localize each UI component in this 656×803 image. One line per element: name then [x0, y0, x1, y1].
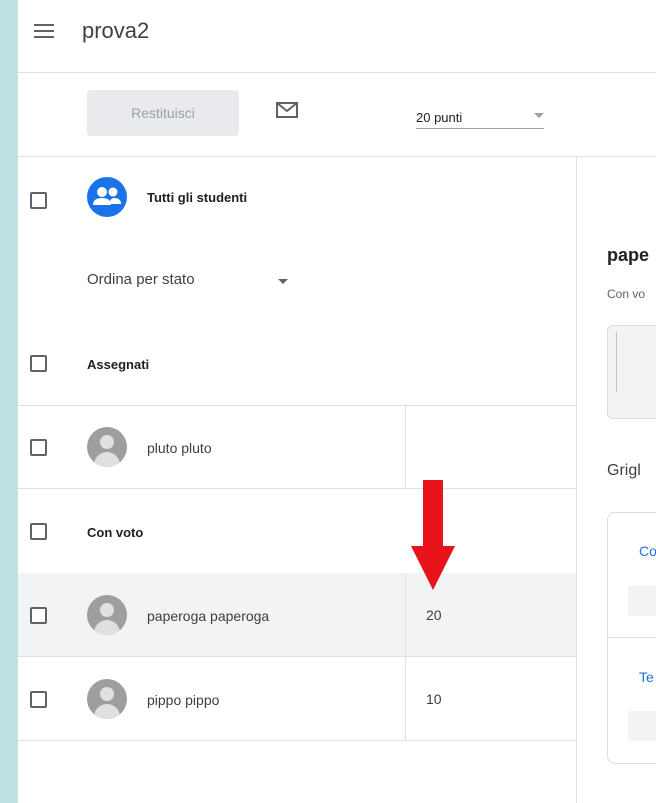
- rubric-criterion[interactable]: Co: [639, 543, 656, 559]
- section-assigned-checkbox[interactable]: [30, 355, 47, 372]
- chevron-down-icon: [534, 113, 544, 118]
- student-list-panel: Tutti gli studenti Ordina per stato Asse…: [18, 157, 577, 803]
- grade-cell[interactable]: 10: [405, 657, 577, 740]
- student-name: pippo pippo: [147, 692, 220, 708]
- submission-status: Con vo: [607, 287, 646, 301]
- arrow-down-icon: [411, 480, 455, 590]
- points-select[interactable]: 20 punti: [416, 98, 544, 129]
- attachment-thumbnail[interactable]: [607, 325, 656, 419]
- section-graded-label: Con voto: [87, 525, 144, 540]
- grading-toolbar: Restituisci 20 punti: [18, 72, 656, 157]
- people-icon: [87, 177, 127, 217]
- person-icon: [87, 427, 127, 467]
- chevron-down-icon: [278, 279, 288, 284]
- section-assigned: Assegnati: [18, 321, 576, 406]
- mail-icon[interactable]: [276, 102, 298, 118]
- submission-detail-panel: pape Con vo Grigl Co Te: [577, 157, 656, 803]
- page-title: prova2: [82, 18, 150, 43]
- points-value: 20 punti: [416, 110, 463, 125]
- all-students-row: Tutti gli studenti: [18, 157, 576, 241]
- student-checkbox[interactable]: [30, 691, 47, 708]
- menu-icon[interactable]: [34, 24, 54, 40]
- section-graded: Con voto: [18, 489, 576, 574]
- sort-dropdown[interactable]: Ordina per stato: [18, 241, 576, 321]
- student-checkbox[interactable]: [30, 607, 47, 624]
- rubric-score-field[interactable]: [628, 711, 656, 741]
- rubric-score-field[interactable]: [628, 586, 656, 616]
- rubric-heading: Grigl: [607, 462, 641, 479]
- student-name: pluto pluto: [147, 440, 212, 456]
- person-icon: [87, 595, 127, 635]
- student-name: paperoga paperoga: [147, 608, 270, 624]
- student-row[interactable]: paperoga paperoga 20: [18, 573, 576, 657]
- student-row[interactable]: pluto pluto: [18, 405, 576, 489]
- student-checkbox[interactable]: [30, 439, 47, 456]
- rubric-criterion[interactable]: Te: [639, 669, 654, 685]
- return-button[interactable]: Restituisci: [87, 90, 239, 136]
- grade-cell[interactable]: [405, 405, 577, 488]
- all-students-label: Tutti gli studenti: [147, 190, 248, 205]
- grade-value: 20: [426, 607, 442, 623]
- all-students-checkbox[interactable]: [30, 192, 47, 209]
- divider: [608, 637, 656, 638]
- sort-label: Ordina per stato: [87, 271, 195, 288]
- rubric-card: Co Te: [607, 512, 656, 764]
- student-row[interactable]: pippo pippo 10: [18, 657, 576, 741]
- section-graded-checkbox[interactable]: [30, 523, 47, 540]
- submission-title: pape: [607, 245, 650, 265]
- classroom-app: prova2 Restituisci 20 punti Tutti gli st: [18, 0, 656, 803]
- section-assigned-label: Assegnati: [87, 357, 150, 372]
- person-icon: [87, 679, 127, 719]
- grade-value: 10: [426, 691, 442, 707]
- top-app-bar: prova2: [18, 0, 656, 73]
